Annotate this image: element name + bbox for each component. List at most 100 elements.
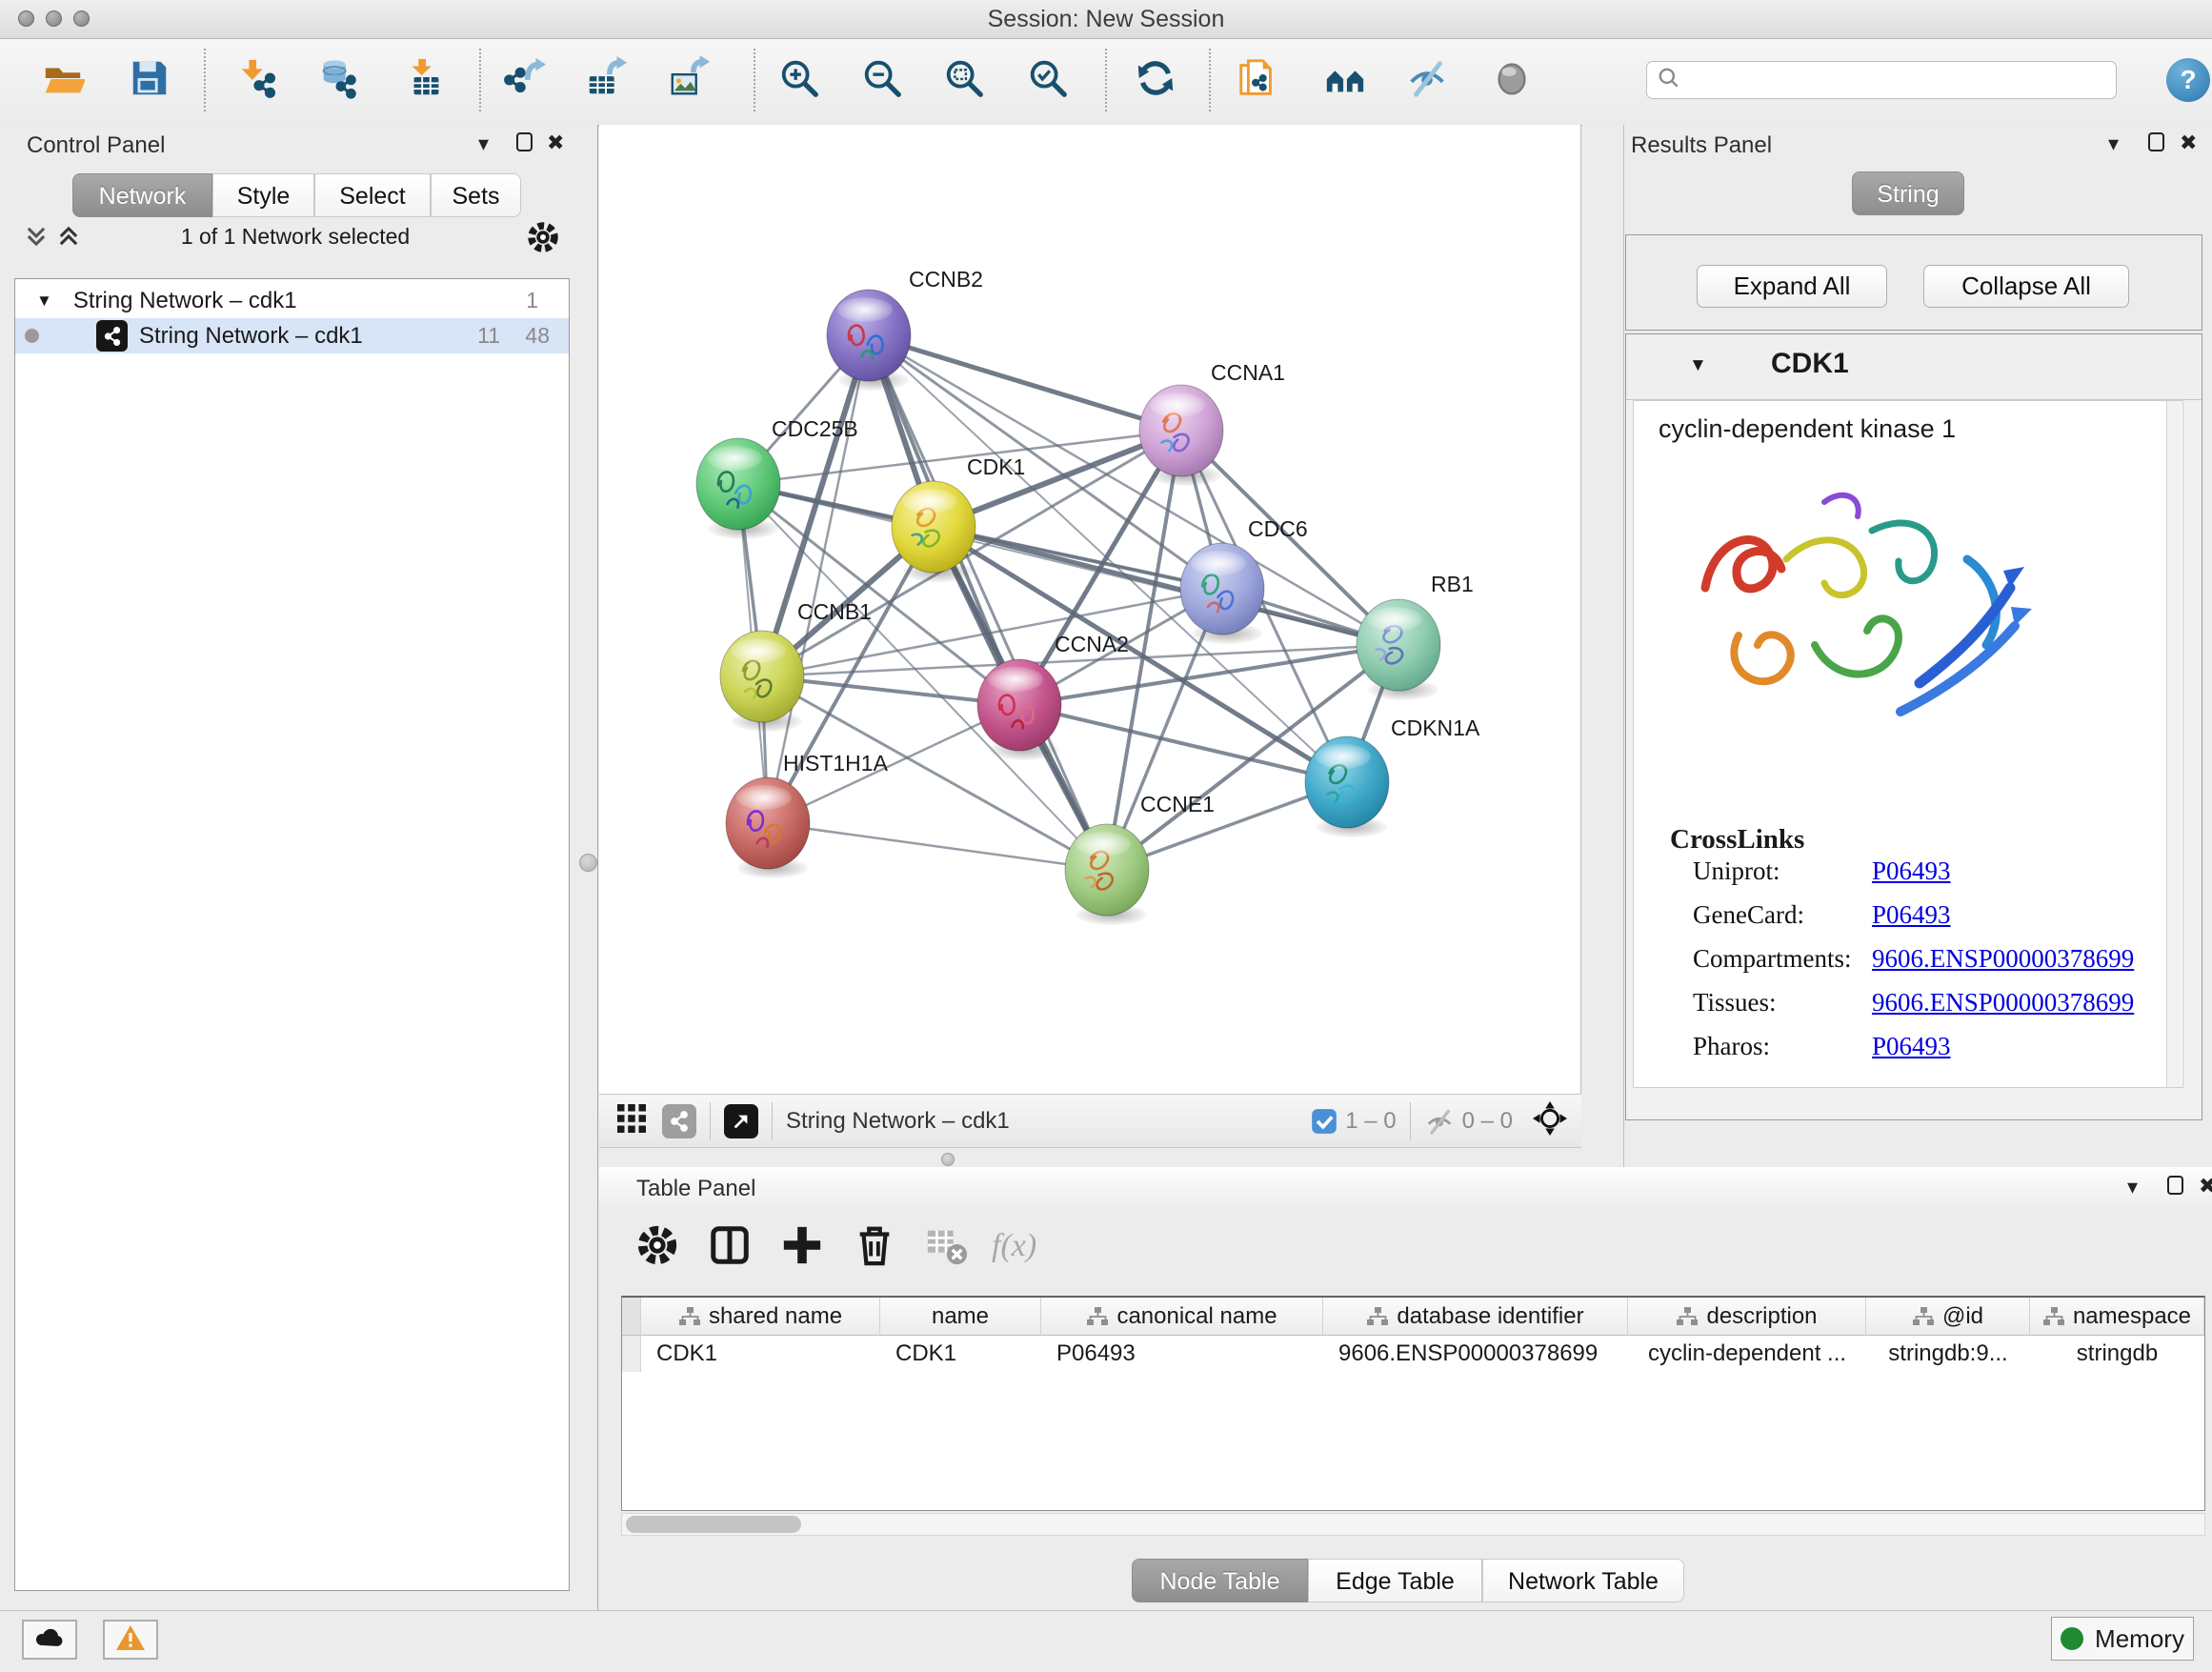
export-table-button[interactable] [582,55,632,105]
open-in-window-icon[interactable] [724,1104,758,1138]
horizontal-splitter-handle[interactable] [941,1153,955,1166]
zoom-out-button[interactable] [857,55,907,105]
crosslink-value-link[interactable]: P06493 [1872,856,1951,886]
delete-table-button[interactable] [921,1222,971,1272]
network-node-hist1h1a[interactable]: HIST1H1A [726,751,889,878]
tab-string[interactable]: String [1852,171,1964,215]
zoom-fit-button[interactable] [939,55,989,105]
left-splitter-handle[interactable] [579,854,597,872]
gene-header-row[interactable]: ▼ CDK1 [1626,334,2202,400]
table-row[interactable]: CDK1CDK1P064939606.ENSP00000378699cyclin… [622,1336,2204,1372]
close-panel-icon[interactable]: ✖ [547,132,564,153]
selected-checkbox-icon[interactable] [1311,1108,1337,1135]
column-header-database-identifier[interactable]: database identifier [1323,1298,1628,1336]
expand-all-button[interactable]: Expand All [1697,265,1887,308]
help-button[interactable]: ? [2166,58,2210,102]
table-cell[interactable]: CDK1 [641,1336,880,1372]
home-pathways-button[interactable] [1320,55,1370,105]
save-session-button[interactable] [125,55,174,105]
crosslink-value-link[interactable]: P06493 [1872,900,1951,930]
open-session-button[interactable] [38,55,88,105]
export-network-button[interactable] [499,55,549,105]
network-edge[interactable] [768,823,1107,870]
network-edge[interactable] [869,335,1107,870]
import-network-from-file-button[interactable] [233,55,283,105]
network-row[interactable]: String Network – cdk1 11 48 [15,318,569,353]
birds-eye-button[interactable] [1487,55,1537,105]
collapse-panel-icon[interactable]: ▾ [2127,1177,2138,1198]
warning-button[interactable] [103,1620,158,1660]
table-cell[interactable]: cyclin-dependent ... [1628,1336,1866,1372]
import-table-from-file-button[interactable] [401,55,451,105]
crosslink-value-link[interactable]: P06493 [1872,1032,1951,1061]
column-header-shared-name[interactable]: shared name [641,1298,880,1336]
close-panel-icon[interactable]: ✖ [2199,1176,2212,1197]
export-image-button[interactable] [665,55,714,105]
network-node-ccnb2[interactable]: CCNB2 [827,267,983,391]
string-document-button[interactable] [1233,55,1282,105]
hide-labels-button[interactable] [1402,55,1452,105]
table-cell[interactable]: CDK1 [880,1336,1041,1372]
network-edge[interactable] [1019,705,1347,782]
tab-network-table[interactable]: Network Table [1482,1559,1684,1602]
network-node-cdc25b[interactable]: CDC25B [696,416,858,539]
crosslink-value-link[interactable]: 9606.ENSP00000378699 [1872,944,2134,974]
network-collection-row[interactable]: ▼ String Network – cdk1 1 [15,283,569,318]
column-header-namespace[interactable]: namespace [2030,1298,2204,1336]
network-edge[interactable] [934,527,1398,645]
column-header--id[interactable]: @id [1866,1298,2030,1336]
collapse-panel-icon[interactable]: ▾ [478,133,489,154]
column-header-canonical-name[interactable]: canonical name [1041,1298,1323,1336]
cloud-button[interactable] [22,1620,77,1660]
pan-crosshair-icon[interactable] [1532,1100,1568,1141]
float-panel-icon[interactable] [2167,1176,2183,1195]
crosslink-value-link[interactable]: 9606.ENSP00000378699 [1872,988,2134,1017]
float-panel-icon[interactable] [516,132,533,151]
collapse-all-networks-icon[interactable] [23,223,50,254]
network-share-toggle-icon[interactable] [662,1104,696,1138]
table-horizontal-scrollbar[interactable] [621,1513,2205,1536]
tab-node-table[interactable]: Node Table [1132,1559,1308,1602]
apply-layout-button[interactable] [1131,55,1180,105]
network-node-cdk1[interactable]: CDK1 [892,454,1025,582]
network-node-ccne1[interactable]: CCNE1 [1065,792,1215,925]
gene-collapse-icon[interactable]: ▼ [1689,355,1707,376]
collapse-all-button[interactable]: Collapse All [1923,265,2129,308]
table-cell[interactable]: P06493 [1041,1336,1323,1372]
table-cell[interactable]: stringdb [2030,1336,2204,1372]
tab-edge-table[interactable]: Edge Table [1308,1559,1482,1602]
tab-network[interactable]: Network [72,173,212,217]
zoom-selected-button[interactable] [1023,55,1073,105]
network-node-cdkn1a[interactable]: CDKN1A [1305,715,1480,837]
network-node-ccnb1[interactable]: CCNB1 [720,599,872,732]
network-node-ccna1[interactable]: CCNA1 [1139,360,1285,486]
network-edge[interactable] [869,335,1181,431]
table-cell[interactable]: stringdb:9... [1866,1336,2030,1372]
float-panel-icon[interactable] [2148,132,2164,151]
zoom-in-button[interactable] [774,55,824,105]
memory-button[interactable]: Memory [2051,1617,2194,1661]
create-column-button[interactable] [777,1222,827,1272]
tab-sets[interactable]: Sets [431,173,521,217]
expand-all-networks-icon[interactable] [55,223,82,254]
grid-view-icon[interactable] [614,1101,649,1140]
tree-expand-icon[interactable]: ▼ [36,292,52,311]
tab-style[interactable]: Style [212,173,314,217]
network-node-rb1[interactable]: RB1 [1357,572,1474,700]
show-columns-button[interactable] [705,1222,754,1272]
delete-columns-button[interactable] [850,1222,899,1272]
search-input[interactable] [1646,61,2117,99]
table-settings-button[interactable] [633,1222,682,1272]
function-builder-button[interactable]: f(x) [992,1228,1036,1264]
column-header-name[interactable]: name [880,1298,1041,1336]
close-panel-icon[interactable]: ✖ [2180,132,2197,153]
collapse-panel-icon[interactable]: ▾ [2108,133,2119,154]
scrollbar-thumb[interactable] [626,1516,801,1533]
network-canvas[interactable]: CCNB2CCNA1CDC25BCDK1CDC6RB1CCNB1CCNA2CDK… [599,125,1581,1094]
import-network-from-database-button[interactable] [313,55,363,105]
hidden-eye-slash-icon[interactable] [1424,1106,1455,1137]
network-options-gear-icon[interactable] [526,220,560,259]
column-header-description[interactable]: description [1628,1298,1866,1336]
results-scrollbar[interactable] [2166,401,2182,1087]
tab-select[interactable]: Select [314,173,431,217]
